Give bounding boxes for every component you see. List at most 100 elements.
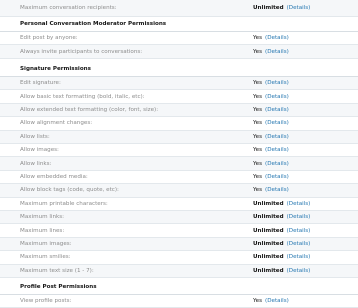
permission-label: Allow embedded media: (20, 173, 88, 180)
permission-label: Allow extended text formatting (color, f… (20, 106, 159, 113)
permission-label: Allow alignment changes: (20, 120, 93, 127)
permission-value: Yes (Details) (253, 80, 289, 86)
value-text: Yes (253, 147, 263, 154)
permission-row: Allow extended text formatting (color, f… (0, 103, 358, 118)
details-link[interactable]: (Details) (287, 201, 311, 207)
details-link[interactable]: (Details) (287, 214, 311, 220)
details-link[interactable]: (Details) (265, 298, 289, 304)
value-text: Yes (253, 187, 263, 194)
details-link[interactable]: (Details) (265, 147, 289, 153)
value-text: Yes (253, 120, 263, 127)
details-link[interactable]: (Details) (265, 120, 289, 126)
value-text: Unlimited (253, 240, 284, 247)
details-link[interactable]: (Details) (265, 94, 289, 100)
value-text: Yes (253, 133, 263, 140)
permission-value: Yes (Details) (253, 161, 289, 167)
value-text: Yes (253, 80, 263, 87)
permission-row: View profile posts: Yes (Details) (0, 295, 358, 308)
permission-value: Unlimited (Details) (253, 5, 310, 11)
permission-row: Maximum text size (1 - 7): Unlimited (Deta… (0, 264, 358, 278)
permission-row: Maximum images: Unlimited (Details) (0, 237, 358, 252)
permission-row: Allow embedded media: Yes (Details) (0, 171, 358, 185)
permission-value: Yes (Details) (253, 298, 289, 304)
permission-row: Allow images: Yes (Details) (0, 144, 358, 158)
section-title: Personal Conversation Moderator Permissi… (20, 21, 167, 27)
details-link[interactable]: (Details) (265, 161, 289, 167)
details-link[interactable]: (Details) (265, 107, 289, 113)
permission-value: Yes (Details) (253, 187, 289, 193)
permission-value: Yes (Details) (253, 35, 289, 41)
value-text: Yes (253, 35, 263, 41)
section-header-conversation-moderator: Personal Conversation Moderator Permissi… (0, 17, 358, 32)
section-title: Signature Permissions (20, 66, 91, 72)
details-link[interactable]: (Details) (265, 80, 289, 86)
permission-row: Allow alignment changes: Yes (Details) (0, 117, 358, 131)
permission-row: Edit signature: Yes (Details) (0, 77, 358, 91)
permission-row: Allow lists: Yes (Details) (0, 130, 358, 144)
details-link[interactable]: (Details) (265, 134, 289, 140)
permission-label: Maximum links: (20, 214, 65, 221)
details-link[interactable]: (Details) (287, 5, 311, 11)
permission-row: Maximum lines: Unlimited (Details) (0, 224, 358, 238)
permission-row: Always invite participants to conversati… (0, 45, 358, 59)
details-link[interactable]: (Details) (287, 228, 311, 234)
permission-label: Maximum printable characters: (20, 200, 108, 207)
details-link[interactable]: (Details) (287, 254, 311, 260)
permission-value: Unlimited (Details) (253, 254, 310, 260)
permission-label: Allow block tags (code, quote, etc): (20, 187, 119, 194)
value-text: Yes (253, 160, 263, 167)
permission-row: Allow basic text formatting (bold, itali… (0, 90, 358, 104)
permission-label: Maximum conversation recipients: (20, 5, 117, 11)
permission-value: Yes (Details) (253, 174, 289, 180)
permission-label: Allow basic text formatting (bold, itali… (20, 93, 145, 100)
permission-value: Unlimited (Details) (253, 201, 310, 207)
permission-value: Unlimited (Details) (253, 228, 310, 234)
permission-value: Unlimited (Details) (253, 241, 310, 247)
permission-row: Maximum smilies: Unlimited (Details) (0, 251, 358, 265)
permission-row: Edit post by anyone: Yes (Details) (0, 32, 358, 45)
permission-label: Maximum text size (1 - 7): (20, 267, 94, 274)
value-text: Yes (253, 48, 263, 55)
details-link[interactable]: (Details) (287, 268, 311, 274)
details-link[interactable]: (Details) (265, 187, 289, 193)
permission-label: Maximum smilies: (20, 254, 71, 261)
details-link[interactable]: (Details) (265, 174, 289, 180)
value-text: Yes (253, 173, 263, 180)
value-text: Yes (253, 93, 263, 100)
details-link[interactable]: (Details) (265, 49, 289, 55)
details-link[interactable]: (Details) (265, 35, 289, 41)
permission-value: Yes (Details) (253, 49, 289, 55)
section-header-signature: Signature Permissions (0, 62, 358, 77)
permission-value: Yes (Details) (253, 94, 289, 100)
value-text: Unlimited (253, 214, 284, 221)
section-header-profile-post: Profile Post Permissions (0, 280, 358, 295)
permission-label: Maximum images: (20, 240, 72, 247)
permission-label: Edit signature: (20, 80, 61, 87)
permission-label: Edit post by anyone: (20, 35, 78, 41)
permission-row: Maximum conversation recipients: Unlimit… (0, 0, 358, 17)
permission-label: Allow lists: (20, 133, 50, 140)
value-text: Yes (253, 298, 263, 304)
permission-value: Unlimited (Details) (253, 214, 310, 220)
permission-value: Yes (Details) (253, 147, 289, 153)
permission-label: Allow links: (20, 160, 52, 167)
permission-label: Maximum lines: (20, 227, 65, 234)
value-text: Unlimited (253, 5, 284, 11)
permission-row: Maximum links: Unlimited (Details) (0, 211, 358, 225)
permissions-page: Maximum conversation recipients: Unlimit… (0, 0, 358, 308)
details-link[interactable]: (Details) (287, 241, 311, 247)
permission-value: Yes (Details) (253, 107, 289, 113)
value-text: Unlimited (253, 227, 284, 234)
permission-row: Allow links: Yes (Details) (0, 157, 358, 171)
permission-label: View profile posts: (20, 298, 72, 304)
permission-label: Allow images: (20, 147, 59, 154)
value-text: Unlimited (253, 267, 284, 274)
section-title: Profile Post Permissions (20, 284, 97, 290)
value-text: Unlimited (253, 200, 284, 207)
permission-value: Yes (Details) (253, 134, 289, 140)
permission-row: Allow block tags (code, quote, etc): Yes(… (0, 184, 358, 198)
permission-row: Maximum printable characters: Unlimited (D… (0, 198, 358, 211)
value-text: Yes (253, 106, 263, 113)
permission-label: Always invite participants to conversati… (20, 48, 143, 55)
value-text: Unlimited (253, 254, 284, 261)
